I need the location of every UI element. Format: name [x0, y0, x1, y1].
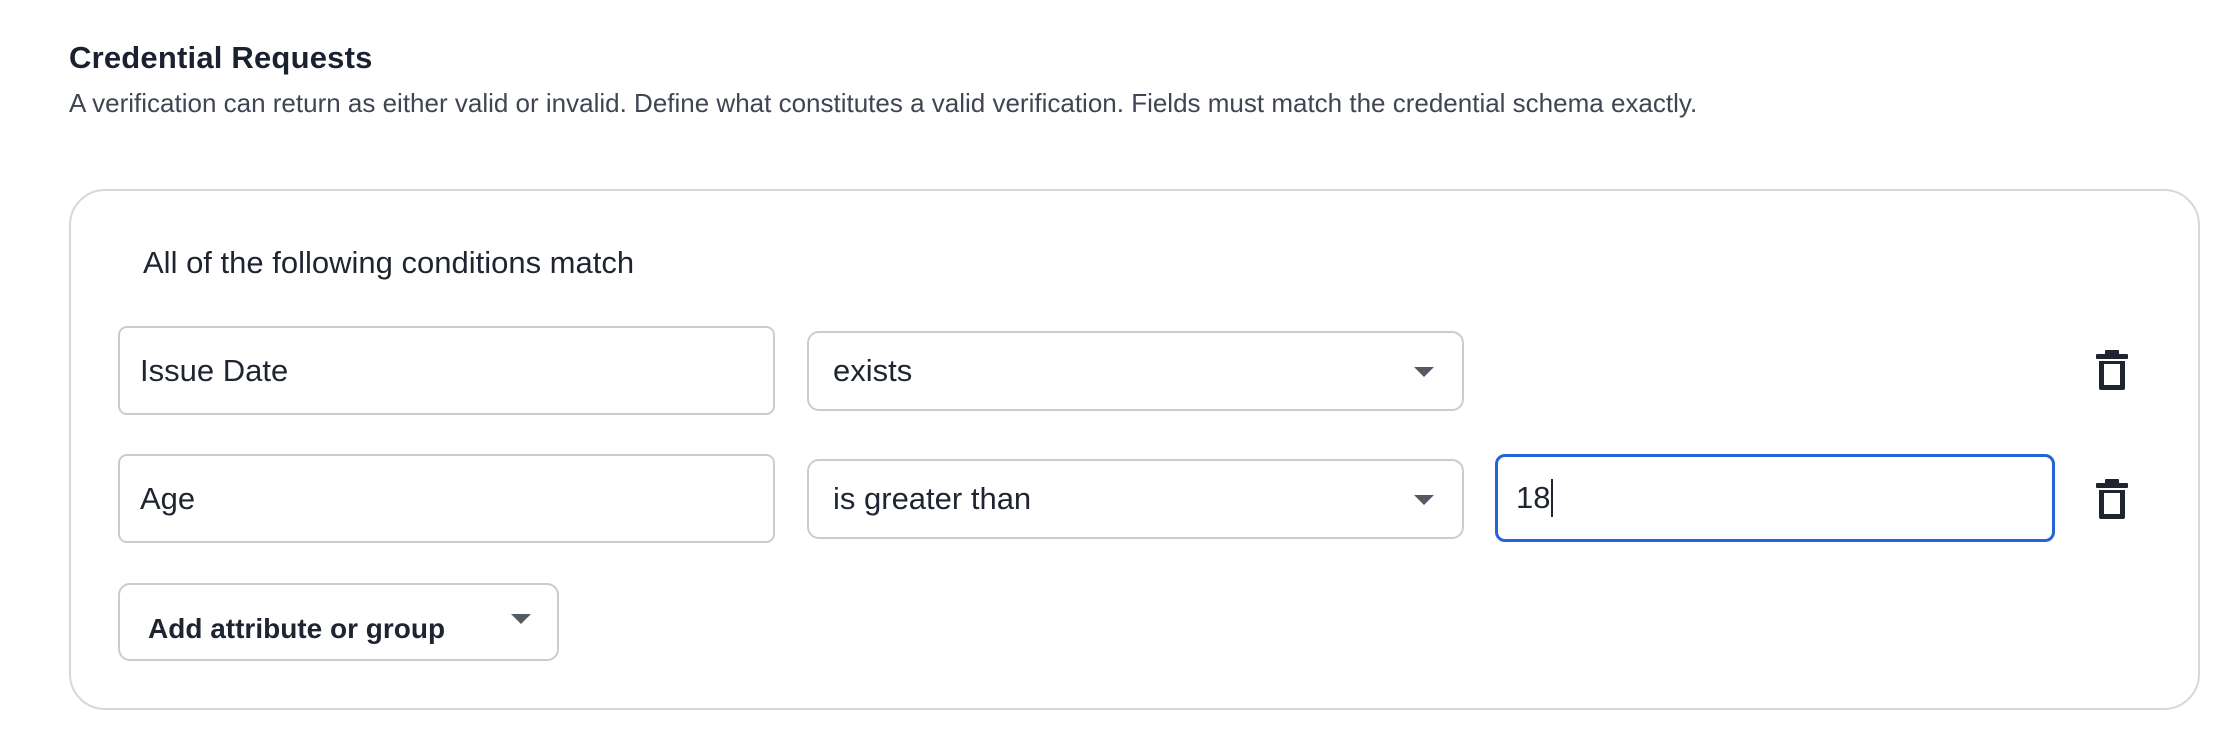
section-title: Credential Requests: [69, 40, 373, 75]
condition-2-value-text: 18: [1516, 480, 1551, 515]
condition-2-operator-select[interactable]: is greater than: [807, 459, 1464, 539]
chevron-down-icon: [511, 614, 531, 624]
condition-1-attribute-value: Issue Date: [140, 352, 289, 388]
text-cursor: [1551, 479, 1554, 517]
condition-1-operator-select[interactable]: exists: [807, 331, 1464, 411]
condition-2-attribute-input[interactable]: Age: [118, 454, 775, 543]
condition-1-attribute-input[interactable]: Issue Date: [118, 326, 775, 415]
chevron-down-icon: [1414, 495, 1434, 505]
condition-2-operator-value: is greater than: [833, 481, 1032, 516]
trash-icon[interactable]: [2095, 478, 2129, 520]
add-attribute-or-group-label: Add attribute or group: [148, 613, 446, 644]
group-match-label: All of the following conditions match: [143, 245, 635, 280]
condition-2-attribute-value: Age: [140, 480, 196, 516]
add-attribute-or-group-select[interactable]: Add attribute or group: [118, 583, 559, 661]
trash-icon[interactable]: [2095, 349, 2129, 391]
section-description: A verification can return as either vali…: [69, 88, 1698, 118]
chevron-down-icon: [1414, 367, 1434, 377]
condition-1-operator-value: exists: [833, 353, 913, 388]
condition-2-value-input[interactable]: 18: [1495, 454, 2055, 542]
